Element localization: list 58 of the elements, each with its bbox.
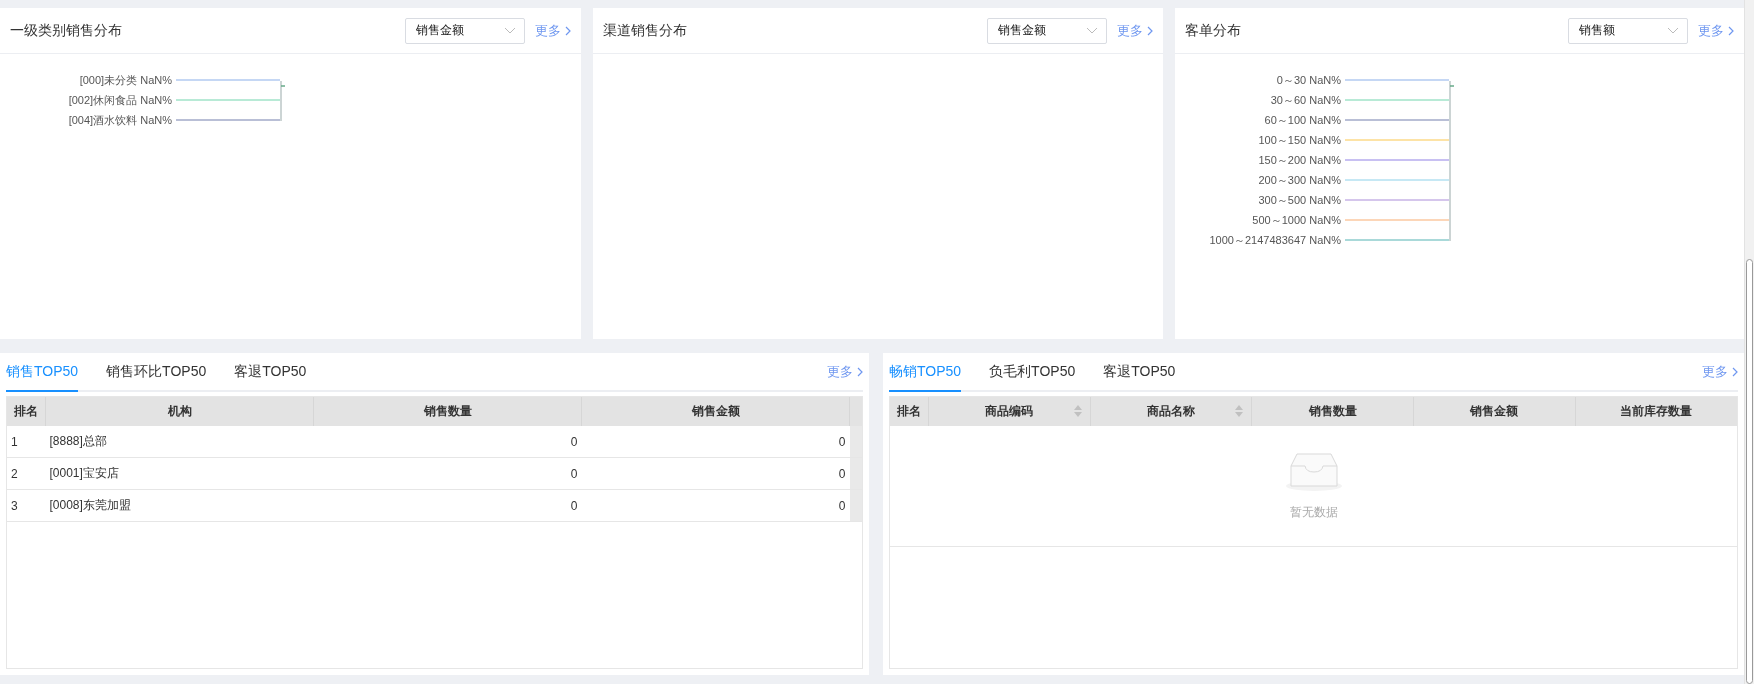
column-header: 机构 — [45, 397, 314, 426]
pie-drawing — [280, 80, 286, 122]
table-cell: 3 — [7, 489, 46, 522]
chart-label: 1000～2147483647 NaN% — [1208, 232, 1342, 248]
table-cell: [0008]东莞加盟 — [45, 489, 314, 522]
card-title: 一级类别销售分布 — [10, 21, 123, 40]
sort-icon[interactable] — [1073, 405, 1082, 417]
table-cell: 0 — [313, 426, 582, 458]
chart-label: 150～200 NaN% — [1257, 152, 1342, 168]
chevron-right-icon — [1728, 25, 1734, 36]
chart-label: 30～60 NaN% — [1269, 92, 1342, 108]
table-cell: 0 — [581, 426, 850, 458]
table-cell: 0 — [313, 457, 582, 490]
column-header[interactable]: 商品名称 — [1090, 397, 1252, 426]
chevron-right-icon — [1732, 366, 1738, 377]
table-cell: 0 — [581, 489, 850, 522]
chart-label: 300～500 NaN% — [1257, 192, 1342, 208]
empty-inbox-icon — [1284, 451, 1343, 492]
chevron-down-icon — [504, 27, 516, 34]
table-cell: [8888]总部 — [45, 426, 314, 458]
tab[interactable]: 客退TOP50 — [234, 353, 307, 392]
chart-label: 100～150 NaN% — [1257, 132, 1342, 148]
card-title: 客单分布 — [1185, 21, 1242, 40]
chevron-right-icon — [857, 366, 863, 377]
tab[interactable]: 销售环比TOP50 — [106, 353, 207, 392]
table-cell: 1 — [7, 426, 46, 458]
chart-label: 200～300 NaN% — [1257, 172, 1342, 188]
chart-label: [000]未分类 NaN% — [78, 72, 173, 88]
tab[interactable]: 客退TOP50 — [1103, 353, 1176, 392]
card-title: 渠道销售分布 — [603, 21, 688, 40]
column-header: 排名 — [7, 397, 46, 426]
column-header: 销售数量 — [1251, 397, 1414, 426]
empty-state-text: 暂无数据 — [1289, 503, 1338, 521]
chart-label: 0～30 NaN% — [1275, 72, 1342, 88]
chevron-right-icon — [565, 25, 571, 36]
column-header[interactable]: 商品编码 — [928, 397, 1091, 426]
chart-label: 500～1000 NaN% — [1251, 212, 1342, 228]
table-cell: [0001]宝安店 — [45, 457, 314, 490]
chevron-down-icon — [1086, 27, 1098, 34]
column-header: 排名 — [890, 397, 929, 426]
chart-label: 60～100 NaN% — [1263, 112, 1342, 128]
tab[interactable]: 负毛利TOP50 — [989, 353, 1076, 392]
table-cell: 0 — [313, 489, 582, 522]
sort-icon[interactable] — [1235, 405, 1244, 417]
scrollbar[interactable] — [1744, 0, 1754, 684]
table-cell: 0 — [581, 457, 850, 490]
metric-select[interactable]: 销售额 — [1568, 17, 1688, 44]
column-header: 销售数量 — [313, 397, 582, 426]
table-cell: 2 — [7, 457, 46, 490]
metric-select[interactable]: 销售金额 — [987, 17, 1107, 44]
chevron-down-icon — [1667, 27, 1679, 34]
column-header: 销售金额 — [581, 397, 850, 426]
metric-select[interactable]: 销售金额 — [405, 17, 525, 44]
column-header: 销售金额 — [1413, 397, 1576, 426]
chart-label: [002]休闲食品 NaN% — [67, 92, 173, 108]
chevron-right-icon — [1147, 25, 1153, 36]
chart-label: [004]酒水饮料 NaN% — [67, 112, 173, 128]
column-header: 当前库存数量 — [1575, 397, 1737, 426]
